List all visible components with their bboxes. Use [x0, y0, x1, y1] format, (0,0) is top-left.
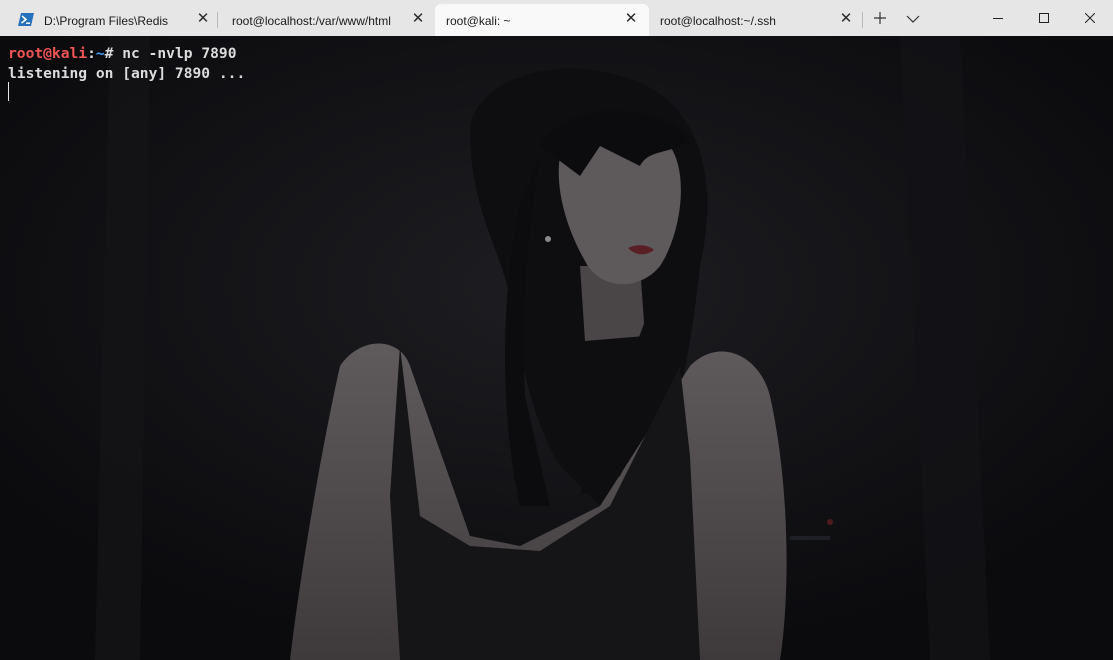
close-icon[interactable]: ✕: [624, 11, 638, 26]
tab-bar: D:\Program Files\Redis ✕ root@localhost:…: [0, 0, 1113, 36]
tab-redis[interactable]: D:\Program Files\Redis ✕: [0, 4, 218, 36]
plus-icon: [874, 12, 886, 24]
tab-label: D:\Program Files\Redis: [44, 14, 169, 28]
output-line: listening on [any] 7890 ...: [8, 64, 246, 82]
prompt-separator: :: [87, 45, 96, 62]
minimize-icon: [993, 18, 1003, 19]
new-tab-button[interactable]: [870, 8, 890, 28]
close-icon[interactable]: ✕: [411, 11, 425, 26]
prompt-path: ~: [95, 45, 105, 62]
prompt-user: root@kali: [8, 45, 88, 62]
tab-var-www-html[interactable]: root@localhost:/var/www/html ✕: [218, 4, 434, 36]
powershell-icon: [18, 13, 34, 26]
tab-dropdown-button[interactable]: [903, 8, 923, 28]
tab-label: root@kali: ~: [446, 14, 511, 28]
terminal-window: D:\Program Files\Redis ✕ root@localhost:…: [0, 0, 1113, 660]
close-window-button[interactable]: [1067, 0, 1113, 36]
terminal-pane[interactable]: root@kali:~# nc -nvlp 7890 listening on …: [0, 36, 1113, 660]
tab-label: root@localhost:~/.ssh: [660, 14, 776, 28]
minimize-button[interactable]: [975, 0, 1021, 36]
command-text: nc -nvlp 7890: [113, 45, 237, 62]
close-icon[interactable]: ✕: [839, 11, 853, 26]
maximize-button[interactable]: [1021, 0, 1067, 36]
background-wallpaper: [0, 36, 1113, 660]
close-icon: [1085, 13, 1095, 23]
tab-kali[interactable]: root@kali: ~ ✕: [435, 4, 649, 36]
maximize-icon: [1039, 13, 1049, 23]
tab-label: root@localhost:/var/www/html: [232, 14, 391, 28]
close-icon[interactable]: ✕: [196, 11, 210, 26]
chevron-down-icon: [906, 15, 920, 23]
text-cursor: [8, 82, 9, 101]
tab-ssh[interactable]: root@localhost:~/.ssh ✕: [649, 4, 862, 36]
terminal-output: root@kali:~# nc -nvlp 7890 listening on …: [8, 44, 245, 83]
toolbar-separator: [862, 12, 863, 28]
